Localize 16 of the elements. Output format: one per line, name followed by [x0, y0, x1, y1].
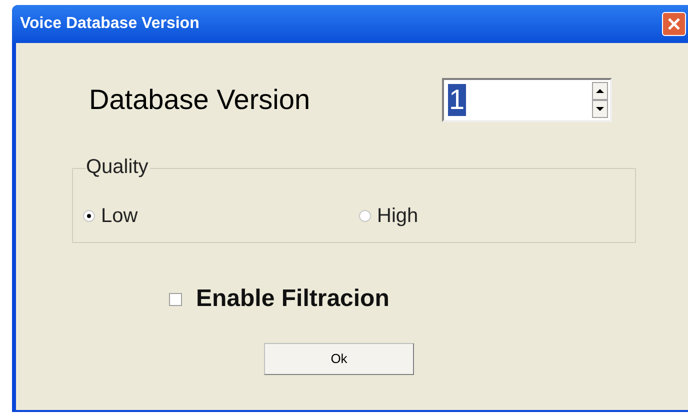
version-label: Database Version: [89, 83, 312, 117]
up-arrow-icon: [596, 89, 604, 93]
spinner-value: 1: [448, 84, 466, 116]
window-title: Voice Database Version: [20, 14, 200, 34]
down-arrow-icon: [596, 107, 604, 111]
close-icon: [667, 17, 681, 31]
group-title: Quality: [86, 156, 150, 178]
filter-checkbox[interactable]: Enable Filtracion: [169, 281, 632, 317]
radio-option[interactable]: Low: [83, 201, 138, 231]
checkbox-icon: [169, 292, 182, 306]
ok-button[interactable]: Ok: [264, 343, 414, 375]
spin-up-button[interactable]: [592, 82, 608, 100]
close-button[interactable]: [662, 12, 686, 36]
radio-option[interactable]: High: [359, 201, 418, 231]
spin-down-button[interactable]: [592, 100, 608, 118]
version-spinner[interactable]: 1: [442, 78, 612, 122]
